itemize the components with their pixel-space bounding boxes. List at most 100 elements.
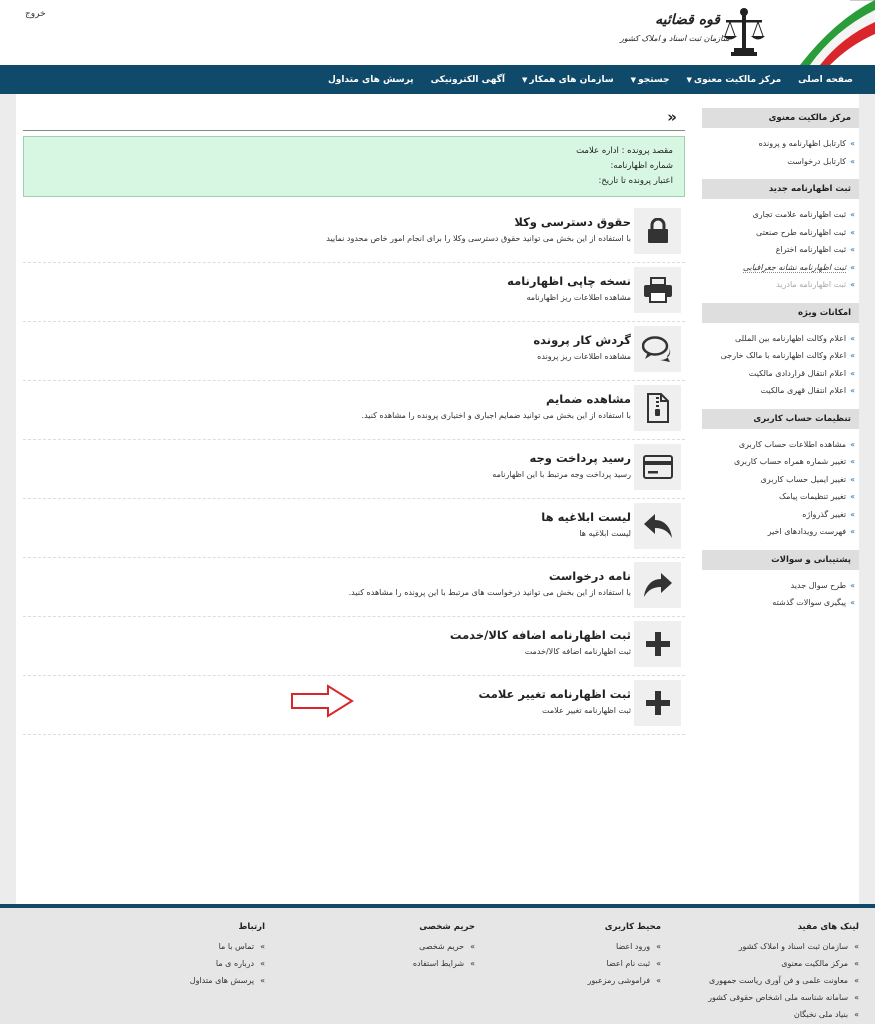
sidebar-section-title: تنظیمات حساب کاربری [702,408,859,429]
sidebar-link[interactable]: »کارتابل اظهارنامه و پرونده [702,135,859,153]
action-card-title[interactable]: لیست ابلاغیه ها [541,510,631,524]
action-card-title[interactable]: نامه درخواست [549,569,631,583]
footer-link-label: معاونت علمی و فن آوری ریاست جمهوری [709,976,849,985]
action-card-title[interactable]: رسید پرداخت وجه [530,451,631,465]
action-card-description: مشاهده اطلاعات ریز اظهارنامه [526,293,631,302]
sidebar-link[interactable]: »اعلام وکالت اظهارنامه بین المللی [702,330,859,348]
double-chevron-icon: » [470,942,475,951]
nav-item-4[interactable]: آگهی الکترونیکی [431,75,505,85]
action-card-description: رسید پرداخت وجه مرتبط با این اظهارنامه [492,470,631,479]
action-card-title[interactable]: نسخه چاپی اظهارنامه [507,274,631,288]
double-chevron-icon: » [260,959,265,968]
footer-link-label: ثبت نام اعضا [606,959,651,968]
sidebar-link[interactable]: »مشاهده اطلاعات حساب کاربری [702,436,859,454]
action-card-title[interactable]: ثبت اظهارنامه اضافه کالا/خدمت [450,628,631,642]
sidebar-link[interactable]: »اعلام انتقال قراردادی مالکیت [702,365,859,383]
footer-link[interactable]: » مرکز مالکیت معنوی [708,955,859,972]
action-card-description: ثبت اظهارنامه اضافه کالا/خدمت [524,647,631,656]
forward-arrow-icon[interactable] [634,562,681,608]
nav-item-5[interactable]: پرسش های متداول [328,75,414,85]
sidebar-link[interactable]: »اعلام وکالت اظهارنامه با مالک خارجی [702,347,859,365]
action-card-description: ثبت اظهارنامه تغییر علامت [542,706,631,715]
sidebar-link[interactable]: »ثبت اظهارنامه نشانه جغرافیایی [702,259,859,277]
nav-item-label: سازمان های همکار [529,74,614,85]
footer-link[interactable]: » ورود اعضا [588,938,661,955]
action-card[interactable]: گردش کار پرونده مشاهده اطلاعات ریز پرونده [23,322,685,381]
sidebar-link[interactable]: »طرح سوال جدید [702,577,859,595]
action-card-title[interactable]: گردش کار پرونده [533,333,631,347]
nav-item-1[interactable]: مرکز مالکیت معنوی▼ [687,75,782,85]
footer-link[interactable]: » پرسش های متداول [190,972,265,989]
action-card[interactable]: نامه درخواست با استفاده از این بخش می توا… [23,558,685,617]
action-card[interactable]: لیست ابلاغیه ها لیست ابلاغیه ها [23,499,685,558]
reply-arrow-icon[interactable] [634,503,681,549]
action-card[interactable]: ثبت اظهارنامه اضافه کالا/خدمت ثبت اظهارنا… [23,617,685,676]
sidebar-link-label: ثبت اظهارنامه نشانه جغرافیایی [742,262,847,273]
footer-link[interactable]: » تماس با ما [190,938,265,955]
action-card-description: با استفاده از این بخش می توانید حقوق دست… [326,234,631,243]
footer-link[interactable]: » سامانه شناسه ملی اشخاص حقوقی کشور [708,989,859,1006]
case-validity-date: اعتبار پرونده تا تاریخ: [598,176,673,186]
sidebar-link-label: تغییر شماره همراه حساب کاربری [734,457,847,466]
action-card-title[interactable]: ثبت اظهارنامه تغییر علامت [479,687,631,701]
sidebar-link-label: کارتابل اظهارنامه و پرونده [758,139,847,148]
action-card[interactable]: مشاهده ضمایم با استفاده از این بخش می توا… [23,381,685,440]
action-card-title[interactable]: حقوق دسترسی وکلا [514,215,631,229]
sidebar-link[interactable]: »ثبت اظهارنامه علامت تجاری [702,206,859,224]
action-card[interactable]: نسخه چاپی اظهارنامه مشاهده اطلاعات ریز اظ… [23,263,685,322]
action-card[interactable]: رسید پرداخت وجه رسید پرداخت وجه مرتبط با … [23,440,685,499]
sidebar-link-label: طرح سوال جدید [790,580,847,590]
nav-item-label: مرکز مالکیت معنوی [693,74,782,85]
sidebar-link[interactable]: »فهرست رویدادهای اخیر [702,523,859,541]
caret-down-icon: ▼ [522,75,528,84]
action-card[interactable]: ثبت اظهارنامه تغییر علامت ثبت اظهارنامه ت… [23,676,685,735]
sidebar-link[interactable]: »تغییر شماره همراه حساب کاربری [702,453,859,471]
footer-link-label: تماس با ما [218,942,255,951]
footer-link[interactable]: » سازمان ثبت اسناد و املاک کشور [708,938,859,955]
sidebar-link[interactable]: »تغییر ایمیل حساب کاربری [702,471,859,489]
footer: لینک های مفید » سازمان ثبت اسناد و املاک ک… [0,904,875,1024]
sidebar-section-title: مرکز مالکیت معنوی [702,108,859,128]
sidebar-link[interactable]: »کارتابل درخواست [702,153,859,171]
sidebar-link-label: تغییر تنظیمات پیامک [778,492,847,501]
sidebar-link[interactable]: »تغییر تنظیمات پیامک [702,488,859,506]
plus-icon[interactable] [634,680,681,726]
sidebar-link-label: کارتابل درخواست [787,156,847,166]
credit-card-icon[interactable] [634,444,681,490]
chat-bubbles-icon[interactable] [634,326,681,372]
sidebar-link[interactable]: »ثبت اظهارنامه طرح صنعتی [702,224,859,242]
footer-link[interactable]: » حریم شخصی [413,938,475,955]
footer-link[interactable]: » فراموشی رمزعبور [588,972,661,989]
sidebar-link-label: تغییر ایمیل حساب کاربری [760,474,847,484]
nav-item-2[interactable]: جستجو▼ [631,75,670,85]
sidebar-link[interactable]: »پیگیری سوالات گذشته [702,594,859,612]
action-card[interactable]: حقوق دسترسی وکلا با استفاده از این بخش می… [23,204,685,263]
sidebar-link[interactable]: »تغییر گذرواژه [702,506,859,524]
footer-link[interactable]: » بنیاد ملی نخبگان [708,1006,859,1023]
footer-link[interactable]: » ثبت نام اعضا [588,955,661,972]
plus-icon[interactable] [634,621,681,667]
footer-link-label: حریم شخصی [419,942,465,951]
sidebar-link[interactable]: »اعلام انتقال قهری مالکیت [702,382,859,400]
footer-link[interactable]: » درباره ی ما [190,955,265,972]
action-card-description: لیست ابلاغیه ها [579,529,631,538]
action-card-title[interactable]: مشاهده ضمایم [546,392,631,406]
declaration-number: شماره اظهارنامه: [610,161,673,171]
sidebar-link[interactable]: »ثبت اظهارنامه اختراع [702,241,859,259]
nav-item-0[interactable]: صفحه اصلی [798,75,853,85]
double-chevron-icon: » [850,527,855,536]
double-chevron-icon: » [260,976,265,985]
zip-file-icon[interactable] [634,385,681,431]
double-chevron-icon: » [850,439,855,449]
footer-link[interactable]: » معاونت علمی و فن آوری ریاست جمهوری [708,972,859,989]
footer-link[interactable]: » شرایط استفاده [413,955,475,972]
lock-icon[interactable] [634,208,681,254]
double-chevron-icon: » [854,959,859,968]
footer-link-label: شرایط استفاده [412,959,465,968]
printer-icon[interactable] [634,267,681,313]
nav-item-3[interactable]: سازمان های همکار▼ [522,75,614,85]
double-chevron-icon: » [850,227,855,237]
iran-flag-icon [800,0,875,65]
back-chevron-icon[interactable]: » [667,108,677,126]
logout-link[interactable]: خروج [25,9,46,19]
